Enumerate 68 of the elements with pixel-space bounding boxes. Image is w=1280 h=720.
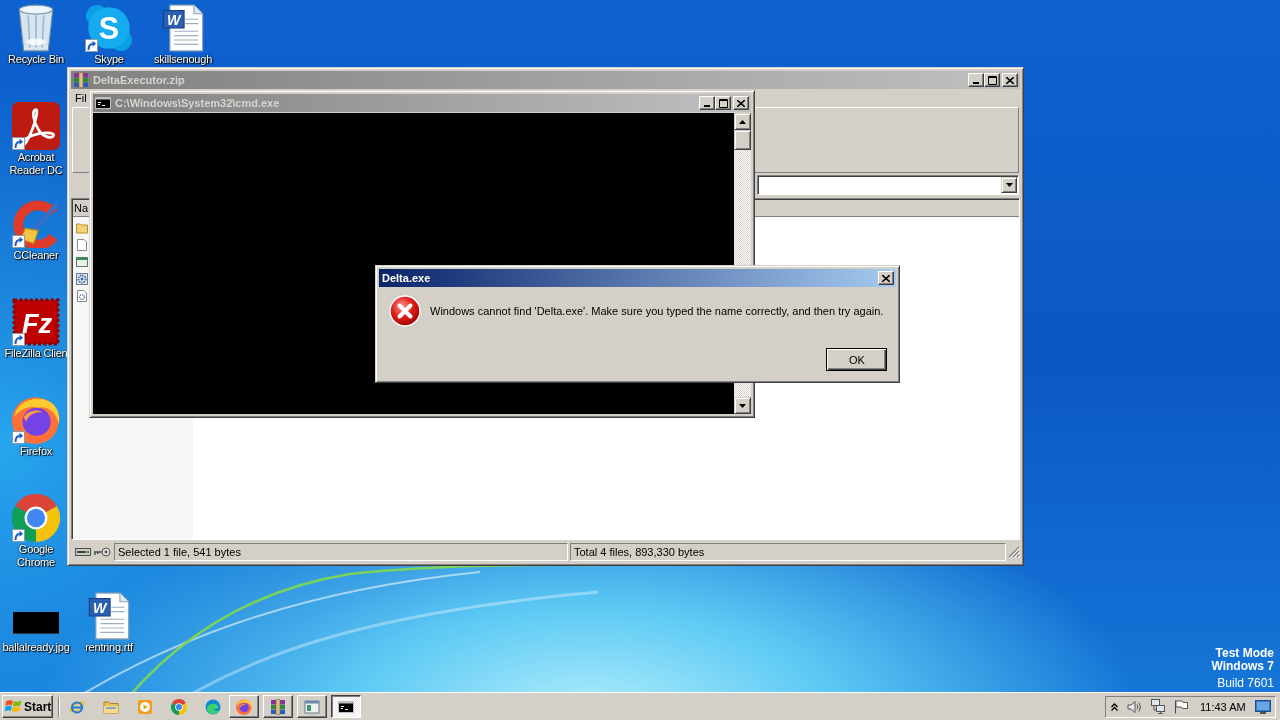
column-header[interactable]: Na — [73, 200, 89, 216]
test-mode-label: Test Mode — [1215, 647, 1274, 660]
console-icon — [338, 698, 354, 715]
gear-page-icon — [76, 289, 88, 302]
winrar-icon — [73, 72, 89, 88]
gear-icon — [76, 272, 88, 285]
status-text: Total 4 files, 893,330 bytes — [570, 543, 1006, 561]
app-window-icon — [76, 255, 88, 268]
acrobat-icon[interactable] — [12, 102, 60, 150]
window-title: C:\Windows\System32\cmd.exe — [114, 97, 281, 109]
start-button[interactable]: Start — [2, 695, 53, 718]
down-arrow-icon — [739, 403, 746, 408]
chrome-icon[interactable] — [171, 698, 187, 715]
minimize-icon — [704, 104, 710, 107]
ccleaner-icon[interactable] — [12, 200, 60, 248]
window-title: Delta.exe — [381, 272, 432, 284]
desktop-icon-label[interactable]: ballalready.jpg — [2, 641, 70, 654]
key-icon — [93, 547, 111, 557]
firefox-icon[interactable] — [12, 396, 60, 444]
windows-flag-icon — [5, 699, 22, 714]
os-edition-label: Windows 7 — [1211, 660, 1274, 673]
desktop-icon-label[interactable]: Google Chrome — [1, 543, 71, 569]
taskbar-button[interactable] — [331, 695, 361, 718]
drive-icon — [75, 548, 91, 556]
clock[interactable]: 11:43 AM — [1200, 700, 1246, 713]
scroll-thumb[interactable] — [734, 130, 751, 150]
chevron-up-icon[interactable] — [1111, 702, 1118, 711]
minimize-icon — [973, 81, 979, 84]
image-thumbnail[interactable] — [13, 612, 59, 634]
caret-icon — [1005, 183, 1013, 187]
console-icon — [95, 95, 111, 111]
desktop-icon-label[interactable]: Acrobat Reader DC — [1, 151, 71, 177]
address-field[interactable] — [757, 175, 1019, 195]
menu-item[interactable]: Fil — [75, 91, 87, 104]
desktop-icon-label[interactable]: CCleaner — [13, 249, 59, 262]
scroll-down-button[interactable] — [734, 397, 751, 414]
error-message: Windows cannot find 'Delta.exe'. Make sure you typed the name correctly, and then try again. — [430, 305, 885, 317]
filezilla-icon[interactable]: Fz — [12, 298, 60, 346]
desktop-icon-label[interactable]: Skype — [94, 53, 124, 66]
folder-icon[interactable] — [103, 698, 119, 715]
maximize-icon — [987, 75, 997, 85]
screen-icon[interactable] — [1254, 699, 1271, 714]
desktop-icon-label[interactable]: skillsenough — [153, 53, 213, 66]
firefox-icon — [236, 698, 252, 715]
dropdown-button[interactable] — [1001, 177, 1017, 193]
close-icon — [1006, 76, 1014, 84]
internet-explorer-icon[interactable] — [69, 698, 85, 715]
maximize-icon — [718, 98, 728, 108]
app-window-icon — [304, 698, 320, 715]
up-arrow-icon — [739, 119, 746, 124]
desktop-icon-label[interactable]: Recycle Bin — [8, 53, 64, 66]
close-icon — [882, 274, 891, 282]
desktop-icon-label[interactable]: rentring.rtf — [85, 641, 133, 654]
desktop-icon-label[interactable]: FileZilla Clien — [4, 347, 68, 360]
close-icon — [737, 99, 745, 107]
network-icon[interactable] — [1151, 699, 1165, 714]
scroll-up-button[interactable] — [734, 113, 751, 130]
status-text: Selected 1 file, 541 bytes — [114, 543, 568, 561]
winrar-icon — [270, 698, 286, 715]
close-button[interactable] — [878, 271, 895, 285]
error-icon — [389, 295, 421, 327]
chrome-icon[interactable] — [12, 494, 60, 542]
flag-icon[interactable] — [1174, 699, 1188, 714]
speaker-icon[interactable] — [1127, 699, 1142, 714]
build-label: Build 7601 — [1217, 677, 1274, 690]
resize-grip-icon[interactable] — [1008, 546, 1020, 558]
window-title: DeltaExecutor.zip — [92, 74, 186, 86]
dialog-button[interactable]: OK — [826, 348, 888, 371]
